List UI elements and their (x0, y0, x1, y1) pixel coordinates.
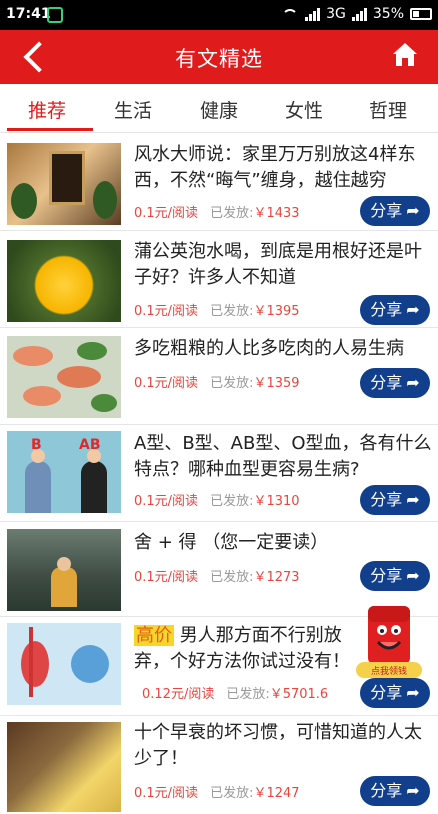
paid-label: 已发放: (210, 494, 254, 509)
article-meta: 0.12元/阅读 已发放:￥5701.6 (142, 683, 328, 702)
price-per-read: 0.1元/阅读 (134, 786, 199, 801)
status-time: 17:41 (6, 6, 51, 22)
tab-philosophy[interactable]: 哲理 (369, 96, 407, 123)
price-per-read: 0.12元/阅读 (142, 687, 215, 702)
article-thumbnail (7, 143, 121, 225)
paid-label: 已发放: (226, 687, 270, 702)
paid-label: 已发放: (210, 376, 254, 391)
article-title[interactable]: 舍 + 得 （您一定要读） (134, 530, 434, 556)
article-title[interactable]: 蒲公英泡水喝，到底是用根好还是叶子好？许多人不知道 (134, 239, 434, 291)
article-meta: 0.1元/阅读 已发放:￥1247 (134, 782, 300, 801)
article-thumbnail (7, 336, 121, 418)
article-thumbnail (7, 529, 121, 611)
signal-icon (305, 7, 321, 21)
article-meta: 0.1元/阅读 已发放:￥1395 (134, 300, 300, 319)
paid-amount: ￥5701.6 (269, 687, 329, 702)
article-title[interactable]: 多吃粗粮的人比多吃肉的人易生病 (134, 336, 434, 362)
share-arrow-icon: ➦ (406, 781, 420, 800)
category-tabs: 推荐 生活 健康 女性 哲理 (0, 84, 438, 133)
article-meta: 0.1元/阅读 已发放:￥1359 (134, 372, 300, 391)
tab-recommend[interactable]: 推荐 (28, 96, 66, 123)
wifi-icon (281, 7, 299, 21)
article-thumbnail (7, 623, 121, 705)
tab-life[interactable]: 生活 (114, 96, 152, 123)
paid-label: 已发放: (210, 570, 254, 585)
share-arrow-icon: ➦ (406, 566, 420, 585)
paid-amount: ￥1359 (253, 376, 300, 391)
battery-icon (410, 8, 432, 20)
red-packet-float-button[interactable]: 点我领钱 (354, 600, 424, 684)
price-per-read: 0.1元/阅读 (134, 570, 199, 585)
share-button[interactable]: 分享 ➦ (360, 561, 430, 591)
article-meta: 0.1元/阅读 已发放:￥1310 (134, 490, 300, 509)
paid-amount: ￥1310 (253, 494, 300, 509)
network-type: 3G (326, 6, 346, 22)
battery-percent: 35% (372, 6, 404, 22)
price-per-read: 0.1元/阅读 (134, 206, 199, 221)
home-icon[interactable] (392, 43, 418, 69)
paid-amount: ￥1395 (253, 304, 300, 319)
red-packet-label: 点我领钱 (370, 667, 407, 677)
article-title[interactable]: 风水大师说：家里万万别放这4样东西，不然“晦气”缠身，越住越穷 (134, 142, 434, 194)
article-thumbnail (7, 722, 121, 812)
list-item[interactable]: B AB A型、B型、AB型、O型血，各有什么特点？哪种血型更容易生病? 0.1… (0, 425, 438, 522)
article-meta: 0.1元/阅读 已发放:￥1273 (134, 566, 300, 585)
paid-amount: ￥1247 (253, 786, 300, 801)
paid-amount: ￥1433 (253, 206, 300, 221)
tab-women[interactable]: 女性 (285, 96, 323, 123)
paid-label: 已发放: (210, 304, 254, 319)
share-button[interactable]: 分享 ➦ (360, 368, 430, 398)
signal-icon-2 (351, 7, 367, 21)
article-meta: 0.1元/阅读 已发放:￥1433 (134, 202, 300, 221)
tab-health[interactable]: 健康 (200, 96, 238, 123)
paid-label: 已发放: (210, 786, 254, 801)
list-item[interactable]: 蒲公英泡水喝，到底是用根好还是叶子好？许多人不知道 0.1元/阅读 已发放:￥13… (0, 231, 438, 328)
status-bar: 17:41 3G 35% (0, 0, 438, 30)
app-notification-icon (47, 7, 63, 23)
share-arrow-icon: ➦ (406, 300, 420, 319)
price-per-read: 0.1元/阅读 (134, 494, 199, 509)
paid-label: 已发放: (210, 206, 254, 221)
share-arrow-icon: ➦ (406, 490, 420, 509)
list-item[interactable]: 十个早衰的坏习惯，可惜知道的人太少了！ 0.1元/阅读 已发放:￥1247 分享 ➦ (0, 716, 438, 814)
share-arrow-icon: ➦ (406, 201, 420, 220)
status-right: 3G 35% (281, 6, 432, 22)
share-button[interactable]: 分享 ➦ (360, 485, 430, 515)
active-tab-underline (7, 128, 93, 131)
premium-tag: 高价 (134, 625, 174, 646)
list-item[interactable]: 风水大师说：家里万万别放这4样东西，不然“晦气”缠身，越住越穷 0.1元/阅读已… (0, 134, 438, 231)
article-title[interactable]: 十个早衰的坏习惯，可惜知道的人太少了！ (134, 720, 434, 772)
article-thumbnail (7, 240, 121, 322)
title-bar: 有文精选 (0, 30, 438, 84)
paid-amount: ￥1273 (253, 570, 300, 585)
share-button[interactable]: 分享 ➦ (360, 196, 430, 226)
price-per-read: 0.1元/阅读 (134, 376, 199, 391)
list-item[interactable]: 多吃粗粮的人比多吃肉的人易生病 0.1元/阅读 已发放:￥1359 分享 ➦ (0, 328, 438, 425)
share-button[interactable]: 分享 ➦ (360, 295, 430, 325)
page-title: 有文精选 (175, 47, 263, 71)
article-thumbnail: B AB (7, 431, 121, 513)
share-button[interactable]: 分享 ➦ (360, 776, 430, 806)
article-title[interactable]: A型、B型、AB型、O型血，各有什么特点？哪种血型更容易生病? (134, 431, 434, 483)
share-arrow-icon: ➦ (406, 373, 420, 392)
price-per-read: 0.1元/阅读 (134, 304, 199, 319)
article-title[interactable]: 高价 男人那方面不行别放弃，个好方法你试过没有！ (134, 623, 362, 675)
